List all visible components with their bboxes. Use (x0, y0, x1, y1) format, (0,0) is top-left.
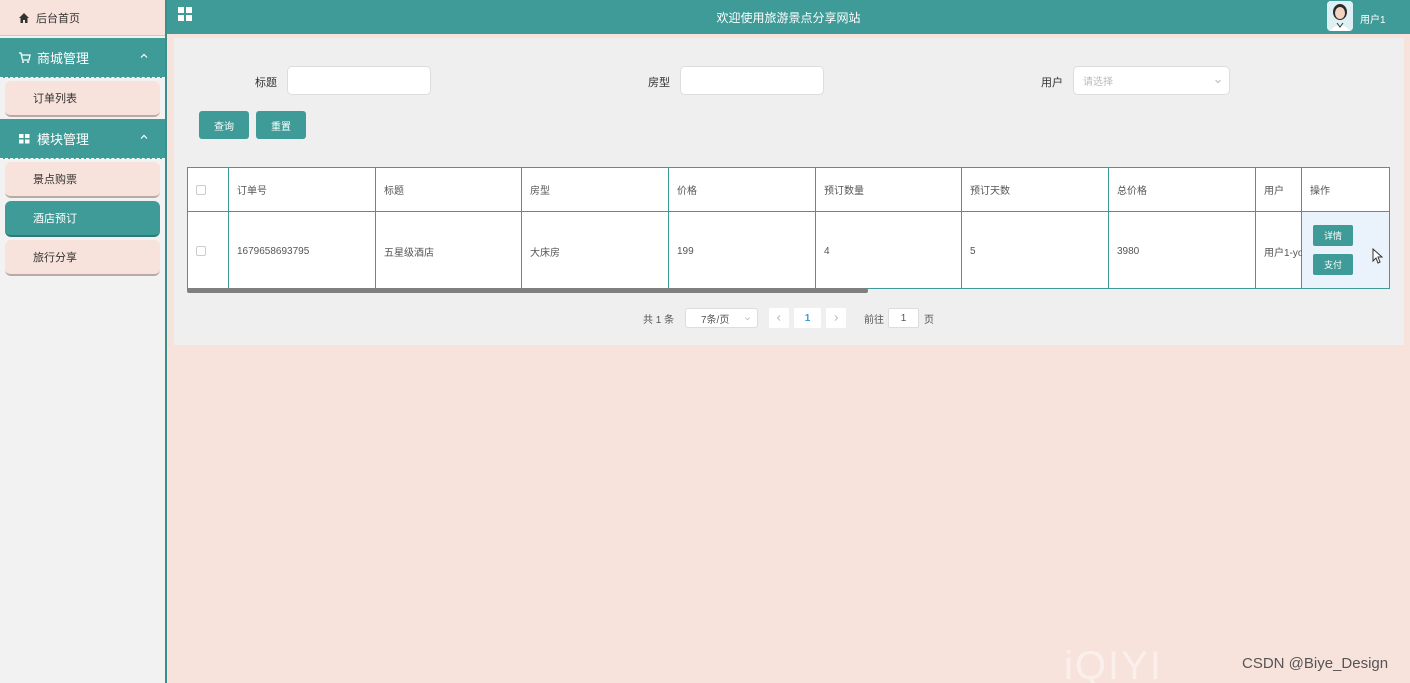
table-cell: 用户1-yonghu1 (1256, 212, 1331, 288)
sidebar-group-modules[interactable]: 模块管理 (0, 119, 165, 159)
reset-button[interactable]: 重置 (256, 111, 306, 139)
page-size-value: 7条/页 (701, 314, 730, 326)
column-header[interactable]: 用户 (1256, 168, 1302, 212)
avatar-image (1327, 1, 1353, 31)
column-header[interactable]: 价格 (669, 168, 816, 212)
chevron-left-icon (776, 315, 781, 321)
page-size-select[interactable]: 7条/页 (685, 308, 758, 328)
csdn-watermark: CSDN @Biye_Design (1242, 655, 1389, 672)
page-title: 欢迎使用旅游景点分享网站 (716, 11, 861, 25)
sidebar-group-label: 商城管理 (37, 51, 90, 66)
orders-table: 订单号 标题 房型 价格 预订数量 预订天数 总价格 用户 操作 1679658… (187, 167, 1390, 289)
select-all-checkbox[interactable] (196, 184, 206, 195)
sidebar-item-label: 后台首页 (36, 12, 80, 25)
next-page-button[interactable] (826, 308, 846, 328)
sidebar-group-label: 模块管理 (37, 132, 90, 147)
column-header: 操作 (1302, 168, 1389, 212)
prev-page-button[interactable] (769, 308, 789, 328)
chevron-up-icon (140, 134, 148, 139)
pay-button[interactable]: 支付 (1313, 254, 1353, 275)
sidebar-item-ticket[interactable]: 景点购票 (5, 162, 160, 198)
detail-button[interactable]: 详情 (1313, 225, 1353, 246)
sidebar-item-order-list[interactable]: 订单列表 (5, 81, 160, 117)
table-cell: 五星级酒店 (376, 212, 522, 288)
page-number-current[interactable]: 1 (794, 308, 821, 328)
room-filter-input[interactable] (680, 66, 824, 95)
table-cell: 199 (669, 212, 816, 288)
column-header[interactable]: 房型 (522, 168, 669, 212)
home-icon (19, 12, 29, 23)
user-filter-select[interactable]: 请选择 (1073, 66, 1230, 95)
query-button[interactable]: 查询 (199, 111, 249, 139)
title-filter-label: 标题 (255, 77, 277, 89)
table-cell: 大床房 (522, 212, 669, 288)
goto-label: 前往 (864, 314, 884, 326)
avatar[interactable] (1327, 1, 1353, 31)
table-cell: 1679658693795 (229, 212, 376, 288)
top-header: 欢迎使用旅游景点分享网站 用户1 (167, 0, 1410, 34)
main-panel: 标题 房型 用户 请选择 查询 重置 订单号 标题 房型 价格 预订数量 预订天… (174, 38, 1404, 345)
pagination-total: 共 1 条 (643, 314, 675, 326)
sidebar: 后台首页 商城管理 订单列表 模块管理 景点购票 酒店预订 旅行分享 (0, 0, 167, 683)
row-checkbox-cell (188, 212, 229, 288)
table-cell: 5 (962, 212, 1109, 288)
sidebar-item-home[interactable]: 后台首页 (0, 0, 165, 36)
sidebar-item-label: 景点购票 (33, 174, 77, 186)
sidebar-item-travel-share[interactable]: 旅行分享 (5, 240, 160, 276)
sidebar-item-label: 旅行分享 (33, 252, 77, 264)
column-header[interactable]: 总价格 (1109, 168, 1256, 212)
column-header[interactable]: 订单号 (229, 168, 376, 212)
goto-page-input[interactable]: 1 (888, 308, 919, 328)
page-unit-label: 页 (924, 314, 934, 326)
room-filter-label: 房型 (648, 77, 670, 89)
grid-icon (19, 134, 30, 144)
column-header[interactable]: 标题 (376, 168, 522, 212)
mouse-cursor-icon (1372, 248, 1383, 264)
chevron-down-icon (1215, 79, 1221, 84)
chevron-down-icon (745, 317, 750, 321)
sidebar-item-hotel-booking[interactable]: 酒店预订 (5, 201, 160, 237)
username[interactable]: 用户1 (1360, 11, 1386, 26)
cart-icon (19, 52, 31, 63)
sidebar-item-label: 订单列表 (33, 93, 77, 105)
table-cell: 3980 (1109, 212, 1256, 288)
iqiyi-watermark: iQIYI (1064, 644, 1163, 683)
chevron-right-icon (834, 315, 839, 321)
row-checkbox[interactable] (196, 246, 206, 256)
table-cell: 4 (816, 212, 962, 288)
header-checkbox-cell (188, 168, 229, 212)
user-filter-placeholder: 请选择 (1083, 77, 1113, 88)
table-horizontal-scrollbar[interactable] (187, 288, 868, 293)
column-header[interactable]: 预订天数 (962, 168, 1109, 212)
sidebar-item-label: 酒店预订 (33, 213, 77, 225)
title-filter-input[interactable] (287, 66, 431, 95)
column-header[interactable]: 预订数量 (816, 168, 962, 212)
user-filter-label: 用户 (1041, 77, 1063, 89)
chevron-up-icon (140, 53, 148, 58)
sidebar-group-shop[interactable]: 商城管理 (0, 38, 165, 78)
